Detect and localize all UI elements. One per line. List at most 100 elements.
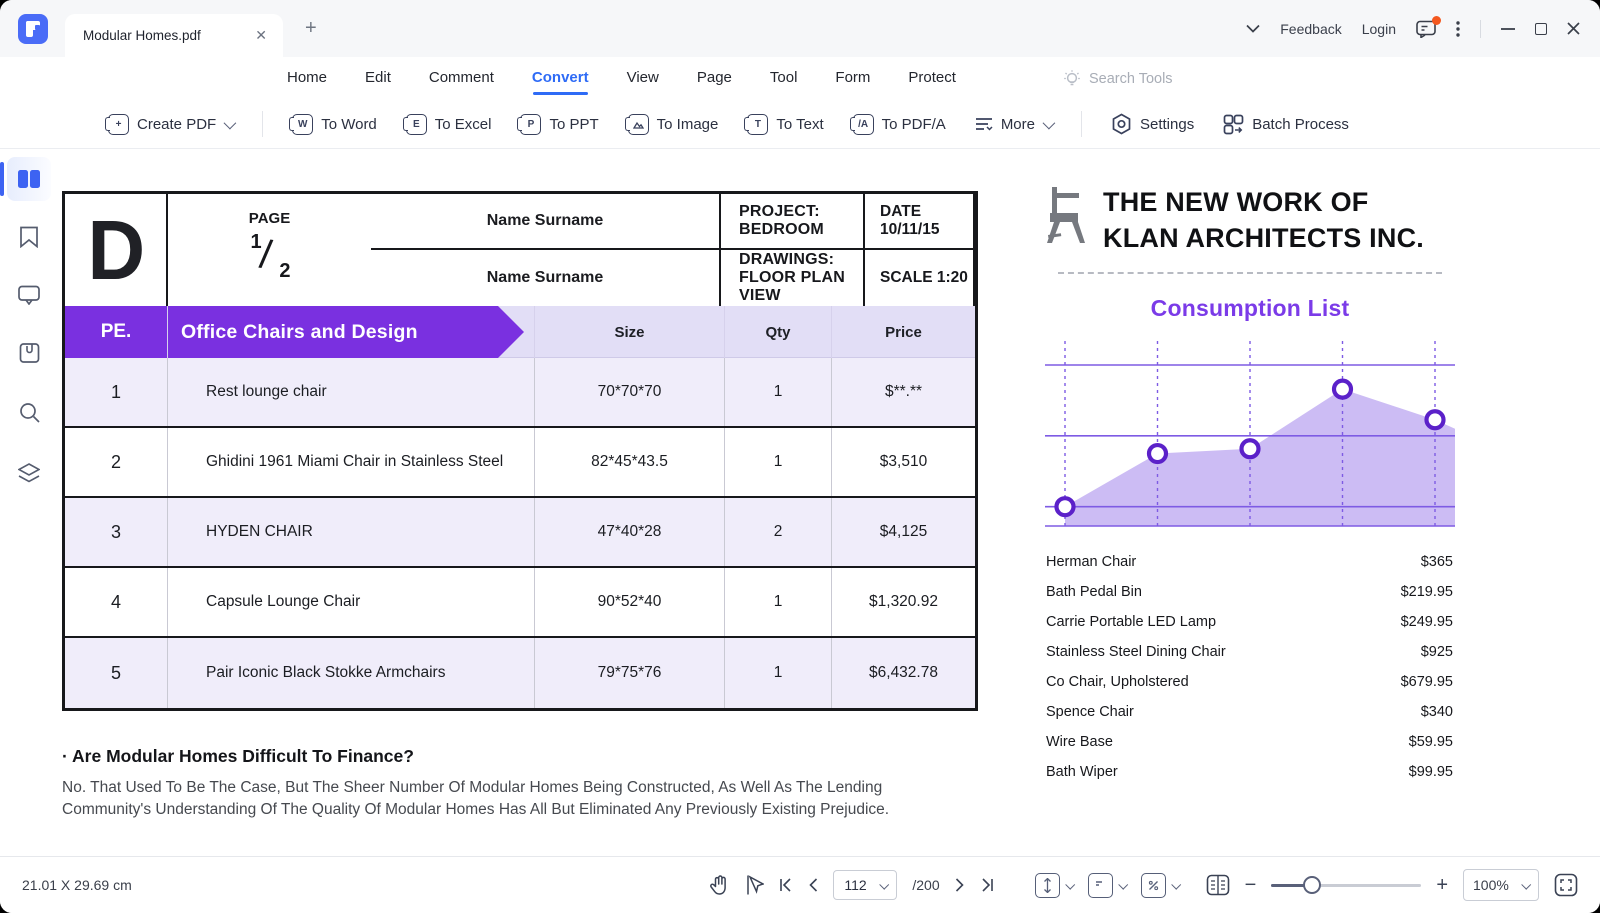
minimize-button[interactable]: [1501, 27, 1515, 31]
to-word-button[interactable]: W To Word: [292, 114, 377, 135]
to-pdfa-button[interactable]: /A To PDF/A: [853, 114, 946, 135]
page-count: /200: [912, 877, 939, 893]
to-image-button[interactable]: To Image: [628, 114, 719, 135]
tab-comment[interactable]: Comment: [428, 65, 495, 93]
list-item: Wire Base$59.95: [1045, 727, 1455, 757]
chevron-down-icon[interactable]: [1246, 24, 1260, 33]
reading-view-button[interactable]: [1206, 874, 1230, 896]
hand-tool-button[interactable]: [709, 874, 729, 896]
menu-bar: Home Edit Comment Convert View Page Tool…: [0, 57, 1600, 100]
create-pdf-icon: +: [108, 114, 129, 135]
new-tab-button[interactable]: +: [305, 17, 317, 40]
table-row: 2 Ghidini 1961 Miami Chair in Stainless …: [65, 428, 975, 498]
col-size: Size: [535, 306, 725, 358]
tab-form[interactable]: Form: [834, 65, 871, 93]
zoom-level-select[interactable]: 100%: [1463, 869, 1539, 901]
ppt-icon: P: [520, 114, 541, 135]
create-pdf-button[interactable]: + Create PDF: [108, 114, 233, 135]
page-dimensions: 21.01 X 29.69 cm: [22, 877, 132, 893]
convert-toolbar: + Create PDF W To Word E To Excel P To P…: [0, 100, 1600, 149]
next-page-button[interactable]: [955, 878, 965, 892]
tab-edit[interactable]: Edit: [364, 65, 392, 93]
to-ppt-button[interactable]: P To PPT: [520, 114, 598, 135]
col-price: Price: [832, 306, 975, 358]
messages-icon[interactable]: [1416, 20, 1436, 38]
prev-page-button[interactable]: [808, 878, 818, 892]
fullscreen-button[interactable]: [1554, 873, 1578, 897]
list-item: Co Chair, Upholstered$679.95: [1045, 667, 1455, 697]
list-item: Stainless Steel Dining Chair$925: [1045, 637, 1455, 667]
zoom-slider-thumb[interactable]: [1303, 876, 1321, 894]
table-row: 3 HYDEN CHAIR 47*40*28 2 $4,125: [65, 498, 975, 568]
sidebar-item-attachments[interactable]: [7, 331, 51, 375]
tab-protect[interactable]: Protect: [907, 65, 957, 93]
spec-table: D Name Surname PROJECT: BEDROOM DATE 10/…: [62, 191, 978, 711]
sidebar-item-comments[interactable]: [7, 273, 51, 317]
maximize-button[interactable]: [1535, 23, 1547, 35]
app-window: Modular Homes.pdf ✕ + Feedback Login: [0, 0, 1600, 913]
zoom-in-button[interactable]: +: [1436, 875, 1448, 895]
drawings-cell: DRAWINGS: FLOOR PLAN VIEW: [721, 250, 865, 306]
date-cell: DATE 10/11/15: [865, 194, 975, 250]
list-item: Spence Chair$340: [1045, 697, 1455, 727]
first-page-button[interactable]: [779, 878, 793, 892]
tab-home[interactable]: Home: [286, 65, 328, 93]
chevron-down-icon: [1118, 879, 1128, 889]
close-button[interactable]: [1567, 22, 1580, 35]
tab-tool[interactable]: Tool: [769, 65, 799, 93]
monogram-cell: D: [65, 194, 168, 306]
scroll-mode-dropdown[interactable]: [1035, 873, 1073, 898]
document-canvas: D Name Surname PROJECT: BEDROOM DATE 10/…: [0, 149, 1600, 856]
kebab-menu-icon[interactable]: [1456, 21, 1460, 37]
to-text-button[interactable]: T To Text: [747, 114, 823, 135]
list-item: Bath Pedal Bin$219.95: [1045, 577, 1455, 607]
page-number-field[interactable]: [844, 877, 874, 893]
banner-title-cell: Office Chairs and Design: [168, 306, 535, 358]
text-icon: T: [747, 114, 768, 135]
batch-icon: [1223, 114, 1244, 135]
sidebar-item-search[interactable]: [7, 390, 51, 434]
zoom-out-button[interactable]: −: [1245, 875, 1257, 895]
tab-close-icon[interactable]: ✕: [251, 25, 271, 46]
divider: [262, 111, 263, 137]
page-fit-dropdown[interactable]: [1088, 873, 1126, 898]
layers-icon: [18, 463, 40, 484]
to-excel-button[interactable]: E To Excel: [406, 114, 492, 135]
comment-icon: [18, 285, 40, 305]
list-item: Carrie Portable LED Lamp$249.95: [1045, 607, 1455, 637]
image-icon: [628, 114, 649, 135]
name-cell-2: Name Surname: [371, 250, 721, 306]
sidebar-item-bookmarks[interactable]: [7, 215, 51, 259]
table-row: 5 Pair Iconic Black Stokke Armchairs 79*…: [65, 638, 975, 708]
sidebar-item-thumbnails[interactable]: [7, 157, 51, 201]
feedback-button[interactable]: Feedback: [1280, 21, 1341, 37]
login-button[interactable]: Login: [1362, 21, 1396, 37]
consumption-panel: THE NEW WORK OF KLAN ARCHITECTS INC. Con…: [1045, 185, 1455, 787]
page-number-input[interactable]: [833, 870, 897, 900]
consumption-list: Herman Chair$365 Bath Pedal Bin$219.95 C…: [1045, 547, 1455, 787]
tab-convert[interactable]: Convert: [531, 65, 590, 93]
more-lines-icon: [975, 117, 993, 131]
zoom-slider[interactable]: [1271, 884, 1421, 887]
more-button[interactable]: More: [975, 116, 1052, 133]
last-page-button[interactable]: [980, 878, 994, 892]
search-icon: [19, 402, 40, 423]
consumption-list-title: Consumption List: [1045, 295, 1455, 322]
document-tab[interactable]: Modular Homes.pdf ✕: [65, 14, 283, 57]
divider: [1081, 111, 1082, 137]
tab-page[interactable]: Page: [696, 65, 733, 93]
attachment-icon: [19, 342, 40, 364]
app-logo-icon: [18, 14, 48, 44]
select-tool-button[interactable]: [744, 874, 764, 896]
sidebar-item-layers[interactable]: [7, 451, 51, 495]
scroll-mode-icon: [1035, 873, 1060, 898]
zoom-mode-dropdown[interactable]: [1141, 873, 1179, 898]
tab-view[interactable]: View: [626, 65, 660, 93]
batch-process-button[interactable]: Batch Process: [1223, 114, 1349, 135]
spec-table-header: D Name Surname PROJECT: BEDROOM DATE 10/…: [65, 194, 975, 306]
title-bar: Modular Homes.pdf ✕ + Feedback Login: [0, 0, 1600, 57]
search-tools[interactable]: Search Tools: [1063, 57, 1173, 100]
col-qty: Qty: [725, 306, 832, 358]
table-row: 1 Rest lounge chair 70*70*70 1 $**.**: [65, 358, 975, 428]
settings-button[interactable]: Settings: [1111, 113, 1194, 135]
